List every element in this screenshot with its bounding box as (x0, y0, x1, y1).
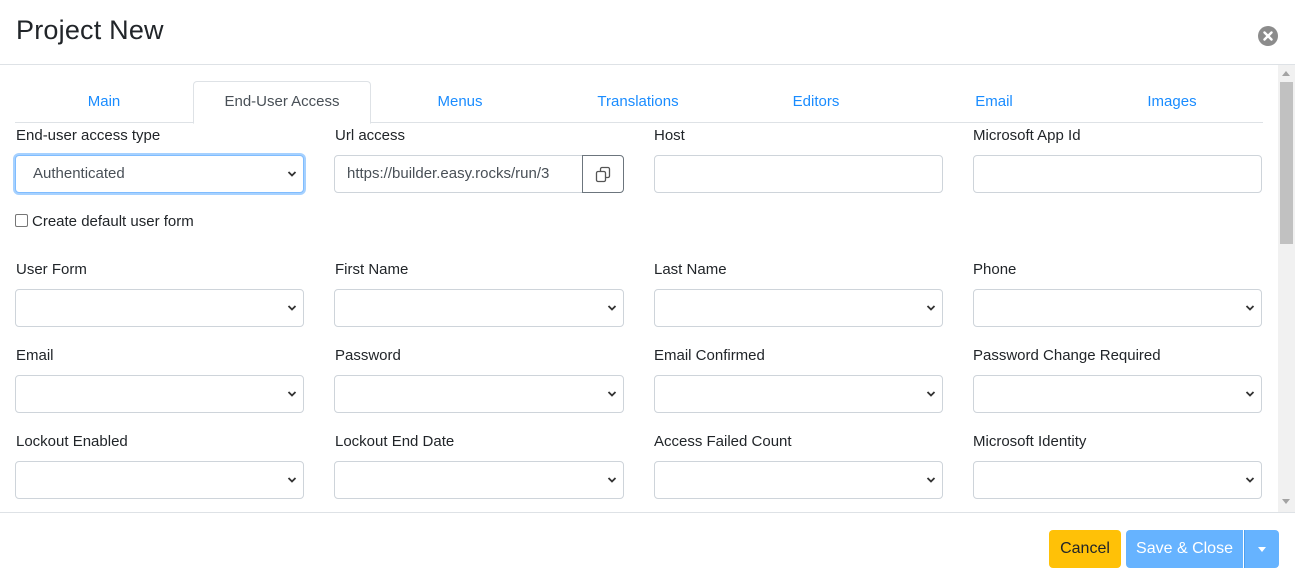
dialog-title: Project New (16, 15, 164, 45)
chevron-down-icon (926, 305, 936, 311)
email-confirmed-select[interactable] (654, 375, 943, 413)
access-type-value: Authenticated (33, 165, 125, 182)
access-type-label: End-user access type (16, 127, 161, 144)
chevron-down-icon (607, 391, 617, 397)
create-default-user-form-checkbox[interactable] (15, 214, 28, 227)
email-label: Email (16, 347, 54, 364)
email-select[interactable] (15, 375, 304, 413)
chevron-down-icon (287, 171, 297, 177)
create-default-user-form-label[interactable]: Create default user form (32, 213, 194, 230)
scroll-up-arrow-icon[interactable] (1282, 71, 1290, 76)
password-change-required-label: Password Change Required (973, 347, 1161, 364)
last-name-select[interactable] (654, 289, 943, 327)
close-button[interactable] (1258, 26, 1278, 46)
lockout-end-date-select[interactable] (334, 461, 624, 499)
modal-footer: Cancel Save & Close (0, 512, 1295, 583)
tab-main[interactable]: Main (15, 81, 193, 123)
tab-editors[interactable]: Editors (727, 81, 905, 123)
host-input[interactable] (654, 155, 943, 193)
copy-url-button[interactable] (582, 155, 624, 193)
chevron-down-icon (1245, 477, 1255, 483)
tab-translations[interactable]: Translations (549, 81, 727, 123)
microsoft-identity-select[interactable] (973, 461, 1262, 499)
lockout-end-date-label: Lockout End Date (335, 433, 455, 450)
url-access-label: Url access (335, 127, 406, 144)
tab-images[interactable]: Images (1083, 81, 1261, 123)
modal-header: Project New (0, 0, 1295, 65)
first-name-label: First Name (335, 261, 409, 278)
scrollbar-thumb[interactable] (1280, 82, 1293, 244)
access-failed-count-select[interactable] (654, 461, 943, 499)
cancel-button[interactable]: Cancel (1049, 530, 1121, 568)
ms-app-id-input[interactable] (973, 155, 1262, 193)
url-access-input[interactable]: https://builder.easy.rocks/run/3 (334, 155, 583, 193)
access-type-select[interactable]: Authenticated (15, 155, 304, 193)
host-label: Host (654, 127, 685, 144)
caret-down-icon (1258, 547, 1266, 552)
tab-end-user-access[interactable]: End-User Access (193, 81, 371, 124)
chevron-down-icon (287, 305, 297, 311)
microsoft-identity-label: Microsoft Identity (973, 433, 1087, 450)
password-change-required-select[interactable] (973, 375, 1262, 413)
chevron-down-icon (287, 477, 297, 483)
user-form-label: User Form (16, 261, 87, 278)
scroll-down-arrow-icon[interactable] (1282, 499, 1290, 504)
access-failed-count-label: Access Failed Count (654, 433, 792, 450)
tab-email[interactable]: Email (905, 81, 1083, 123)
user-form-select[interactable] (15, 289, 304, 327)
modal-body: Main End-User Access Menus Translations … (0, 65, 1295, 512)
chevron-down-icon (607, 477, 617, 483)
chevron-down-icon (1245, 391, 1255, 397)
lockout-enabled-select[interactable] (15, 461, 304, 499)
save-options-dropdown-button[interactable] (1244, 530, 1279, 568)
phone-label: Phone (973, 261, 1017, 278)
password-select[interactable] (334, 375, 624, 413)
password-label: Password (335, 347, 401, 364)
first-name-select[interactable] (334, 289, 624, 327)
phone-select[interactable] (973, 289, 1262, 327)
chevron-down-icon (1245, 305, 1255, 311)
chevron-down-icon (926, 391, 936, 397)
save-close-button[interactable]: Save & Close (1126, 530, 1243, 568)
last-name-label: Last Name (654, 261, 727, 278)
ms-app-id-label: Microsoft App Id (973, 127, 1081, 144)
chevron-down-icon (287, 391, 297, 397)
tab-bar: Main End-User Access Menus Translations … (15, 81, 1263, 124)
chevron-down-icon (607, 305, 617, 311)
close-icon (1263, 31, 1273, 41)
copy-icon (595, 166, 611, 183)
tab-menus[interactable]: Menus (371, 81, 549, 123)
email-confirmed-label: Email Confirmed (654, 347, 765, 364)
chevron-down-icon (926, 477, 936, 483)
lockout-enabled-label: Lockout Enabled (16, 433, 128, 450)
